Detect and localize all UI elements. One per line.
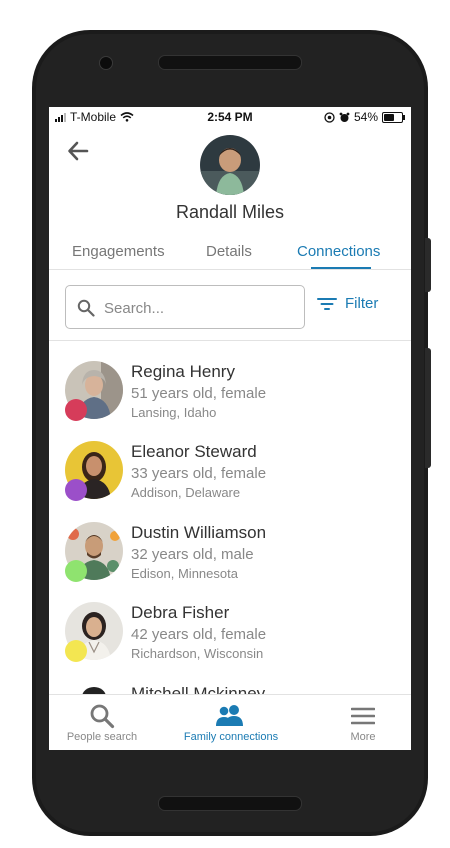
app-screen: T-Mobile 2:54 PM 54% Randall Miles Engag…	[49, 107, 411, 750]
tab-divider	[49, 269, 411, 270]
bottom-navigation: People search Family connections More	[49, 694, 411, 750]
earpiece-speaker	[158, 55, 302, 70]
connection-name: Eleanor Steward	[131, 442, 257, 461]
tab-details[interactable]: Details	[206, 243, 252, 260]
connection-location: Addison, Delaware	[131, 485, 241, 500]
battery-icon	[382, 111, 405, 123]
list-item[interactable]: Regina Henry 51 years old, female Lansin…	[49, 361, 411, 439]
connection-location: Richardson, Wisconsin	[131, 646, 264, 661]
nav-more[interactable]: More	[331, 695, 395, 750]
filter-label: Filter	[345, 295, 379, 312]
nav-family-connections[interactable]: Family connections	[169, 695, 293, 750]
search-placeholder: Search...	[104, 300, 165, 317]
connection-location: Edison, Minnesota	[131, 566, 238, 581]
filter-icon	[317, 297, 337, 310]
list-item[interactable]: Debra Fisher 42 years old, female Richar…	[49, 602, 411, 680]
connection-details: 42 years old, female	[131, 626, 267, 643]
status-dot	[65, 399, 87, 421]
status-right: 54%	[324, 110, 405, 124]
connection-details: 51 years old, female	[131, 385, 267, 402]
status-dot	[65, 560, 87, 582]
bottom-speaker	[158, 796, 302, 811]
nav-people-search[interactable]: People search	[49, 695, 155, 750]
battery-percent: 54%	[353, 110, 378, 124]
connection-details: 33 years old, female	[131, 465, 267, 482]
location-icon	[324, 111, 335, 123]
nav-label: People search	[66, 731, 138, 743]
menu-icon	[351, 707, 375, 725]
tab-bar: Engagements Details Connections	[49, 243, 411, 269]
search-icon	[90, 704, 115, 729]
status-dot	[65, 640, 87, 662]
list-item[interactable]: Dustin Williamson 32 years old, male Edi…	[49, 522, 411, 600]
nav-label: Family connections	[183, 731, 279, 743]
nav-label: More	[350, 731, 376, 743]
connection-name: Regina Henry	[131, 362, 235, 381]
back-arrow-icon[interactable]	[67, 140, 89, 162]
filter-button[interactable]: Filter	[317, 295, 378, 312]
tab-connections[interactable]: Connections	[297, 243, 380, 260]
connection-details: 32 years old, male	[131, 546, 254, 563]
search-icon	[77, 299, 95, 317]
connection-name: Debra Fisher	[131, 603, 230, 622]
volume-button	[425, 238, 431, 292]
status-dot	[65, 479, 87, 501]
front-camera	[99, 56, 113, 70]
connection-location: Lansing, Idaho	[131, 405, 217, 420]
connection-name: Dustin Williamson	[131, 523, 267, 542]
alarm-icon	[339, 112, 350, 122]
search-divider	[49, 340, 411, 341]
power-button	[425, 348, 431, 468]
profile-avatar	[200, 135, 260, 195]
list-item[interactable]: Eleanor Steward 33 years old, female Add…	[49, 441, 411, 519]
status-bar: T-Mobile 2:54 PM 54%	[49, 107, 411, 127]
search-input[interactable]: Search...	[65, 285, 305, 329]
profile-name: Randall Miles	[175, 202, 285, 222]
tab-engagements[interactable]: Engagements	[72, 243, 165, 260]
people-icon	[216, 705, 243, 726]
